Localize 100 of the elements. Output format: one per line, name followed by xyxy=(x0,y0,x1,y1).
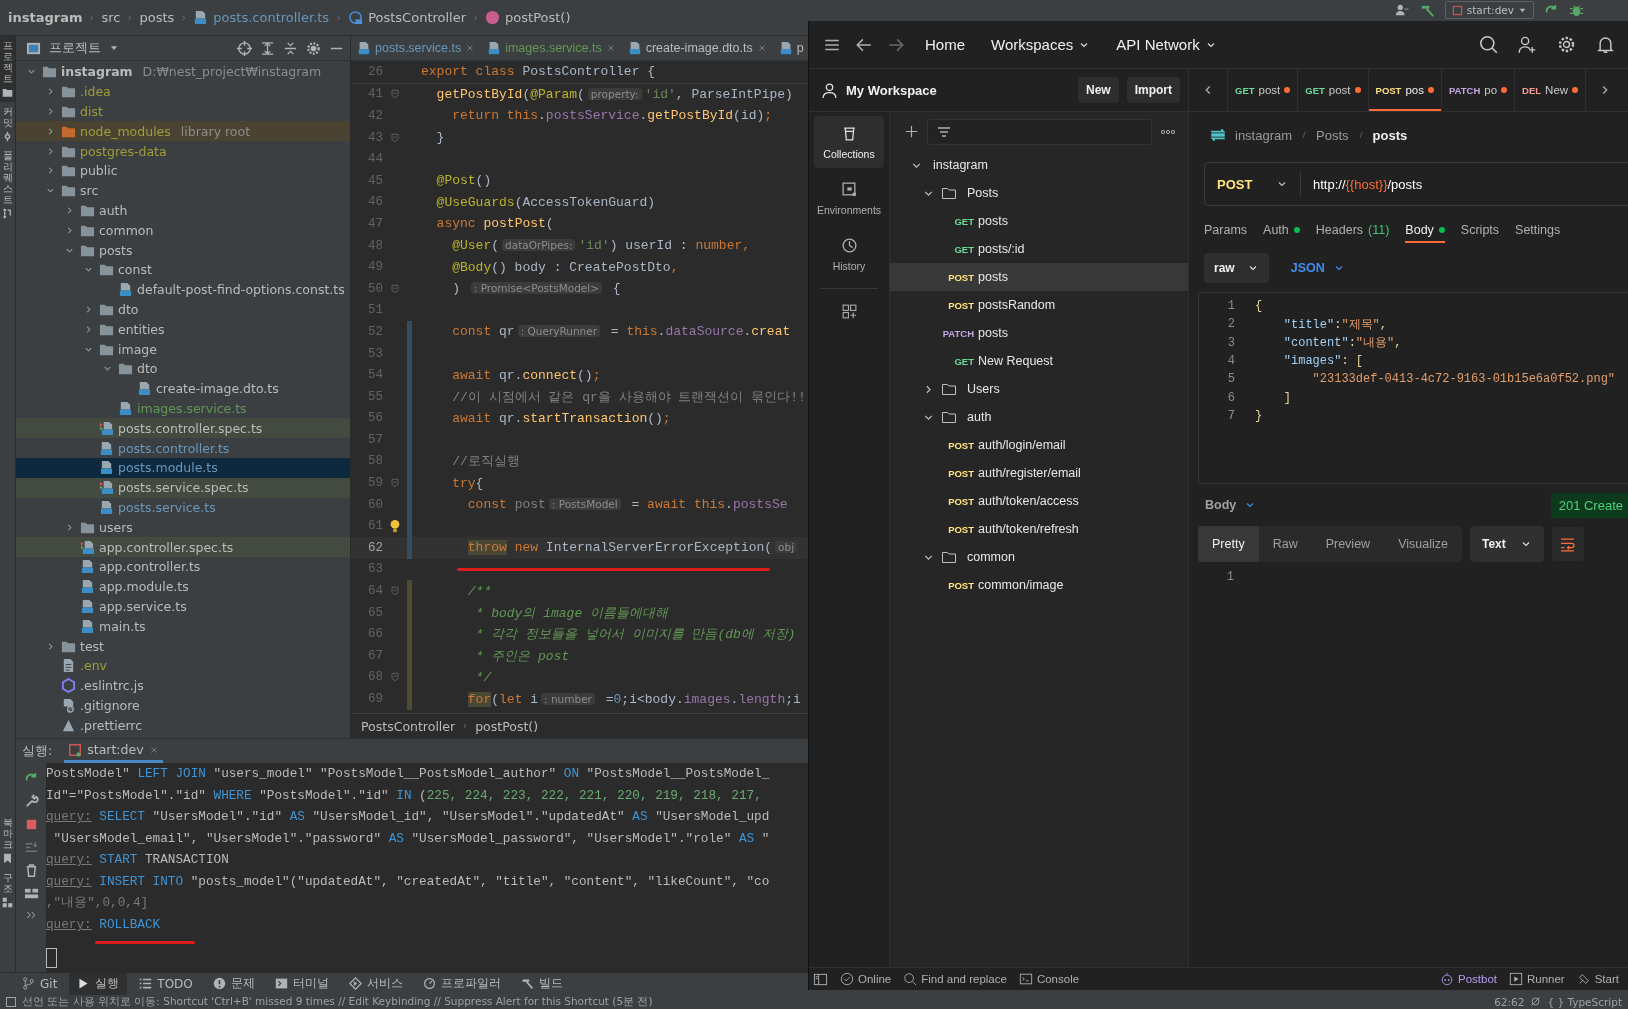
change-marker[interactable] xyxy=(407,537,412,559)
editor-tab[interactable]: images.service.ts xyxy=(481,36,622,60)
tree-item[interactable]: image xyxy=(16,339,350,359)
request-item[interactable]: POST auth/token/refresh xyxy=(890,515,1188,543)
tool-window-label[interactable]: 풀 리퀘스트 xyxy=(2,150,13,205)
status-item[interactable]: Find and replace xyxy=(903,972,1007,986)
tree-item[interactable]: app.controller.ts xyxy=(16,556,350,577)
tool-window-button[interactable]: 프로파일러 xyxy=(414,972,509,995)
run-tab[interactable]: start:dev xyxy=(64,739,163,763)
status-item[interactable]: Start xyxy=(1576,972,1619,986)
tree-item[interactable]: dto xyxy=(16,358,350,379)
fold-icon[interactable] xyxy=(389,88,401,101)
breadcrumb-item[interactable]: postPost() xyxy=(475,718,539,734)
breadcrumb-item[interactable]: instagram xyxy=(8,10,83,25)
request-item[interactable]: POST auth/register/email xyxy=(890,459,1188,487)
collapse-all-icon[interactable] xyxy=(283,40,298,56)
breadcrumb-item[interactable]: posts xyxy=(139,10,175,25)
tool-window-button[interactable]: 실행 xyxy=(69,972,128,995)
view-tab[interactable]: Preview xyxy=(1311,526,1385,562)
request-option-tab[interactable]: Scripts xyxy=(1460,217,1500,243)
fold-icon[interactable] xyxy=(389,282,401,295)
response-body-dropdown[interactable]: Body xyxy=(1199,497,1263,513)
body-mode-dropdown[interactable]: raw xyxy=(1204,253,1269,283)
request-item[interactable]: POST auth/login/email xyxy=(890,431,1188,459)
tree-item[interactable]: app.service.ts xyxy=(16,596,350,617)
status-item[interactable]: Postbot xyxy=(1440,972,1497,986)
tool-window-button[interactable]: 빌드 xyxy=(512,972,571,995)
tree-item[interactable]: main.ts xyxy=(16,616,350,637)
close-icon[interactable] xyxy=(605,43,616,53)
tree-item[interactable]: .gitignore xyxy=(16,695,350,716)
nav-link[interactable]: Workspaces xyxy=(985,36,1097,53)
tree-item[interactable]: const xyxy=(16,259,350,280)
tree-item[interactable]: create-image.dto.ts xyxy=(16,378,350,399)
collection-item[interactable]: instagram xyxy=(890,151,1188,179)
editor-tab[interactable]: p xyxy=(772,36,808,60)
language-dropdown[interactable]: JSON xyxy=(1284,260,1351,276)
tree-item[interactable]: users xyxy=(16,517,350,538)
editor-tab[interactable]: create-image.dto.ts xyxy=(621,36,773,60)
request-tab[interactable]: POST pos xyxy=(1367,69,1441,111)
fold-icon[interactable] xyxy=(389,477,401,490)
grid-plus-icon[interactable] xyxy=(840,303,858,320)
caret-position[interactable]: 62:62 xyxy=(1494,995,1525,1008)
status-item[interactable]: Online xyxy=(840,972,892,986)
tree-item[interactable]: dto xyxy=(16,299,350,320)
language-indicator[interactable]: { } TypeScript xyxy=(1547,995,1622,1008)
nav-link[interactable]: Home xyxy=(919,36,971,53)
folder-item[interactable]: common xyxy=(890,543,1188,571)
request-item[interactable]: POST posts xyxy=(890,263,1188,291)
close-icon[interactable] xyxy=(148,744,159,755)
tree-item[interactable]: app.controller.spec.ts xyxy=(16,537,350,557)
breadcrumb-item[interactable]: PostsController xyxy=(361,718,456,734)
fold-icon[interactable] xyxy=(389,585,401,598)
checkbox-icon[interactable] xyxy=(6,996,16,1007)
nav-link[interactable]: API Network xyxy=(1110,36,1223,53)
run-config-dropdown[interactable]: start:dev xyxy=(1444,1,1534,19)
tool-window-label[interactable]: 북마크 xyxy=(2,817,13,850)
request-tab[interactable]: DEL New xyxy=(1514,69,1586,111)
tree-item[interactable]: posts.controller.ts xyxy=(16,438,350,458)
fold-icon[interactable] xyxy=(389,671,401,684)
view-tab[interactable]: Pretty xyxy=(1198,526,1259,562)
sidebar-toggle-icon[interactable] xyxy=(813,971,828,987)
tree-item[interactable]: common xyxy=(16,220,350,241)
breadcrumb-item[interactable]: instagram xyxy=(1235,127,1293,143)
request-option-tab[interactable]: Auth xyxy=(1263,217,1300,243)
request-item[interactable]: GET New Request xyxy=(890,347,1188,375)
filter-field[interactable] xyxy=(927,118,1152,145)
tool-window-label[interactable]: 구조 xyxy=(2,872,13,894)
tree-item[interactable]: public xyxy=(16,161,350,181)
tree-item[interactable]: default-post-find-options.const.ts xyxy=(16,279,350,300)
breadcrumb-item[interactable]: PostsController xyxy=(368,10,467,25)
change-marker[interactable] xyxy=(407,688,412,710)
change-marker[interactable] xyxy=(407,321,412,343)
tree-item[interactable]: posts.service.spec.ts xyxy=(16,477,350,498)
tree-item[interactable]: images.service.ts xyxy=(16,398,350,419)
tool-window-button[interactable]: Git xyxy=(14,972,66,995)
request-option-tab[interactable]: Headers (11) xyxy=(1315,217,1390,243)
tree-item[interactable]: .eslintrc.js xyxy=(16,675,350,696)
sidebar-tab[interactable]: Environments xyxy=(814,172,884,224)
layout-icon[interactable] xyxy=(23,886,39,901)
wrench-icon[interactable] xyxy=(23,794,39,809)
request-item[interactable]: PATCH posts xyxy=(890,319,1188,347)
tree-item[interactable]: app.module.ts xyxy=(16,576,350,597)
request-item[interactable]: POST postsRandom xyxy=(890,291,1188,319)
folder-item[interactable]: Users xyxy=(890,375,1188,403)
toolbar-button[interactable]: New xyxy=(1077,77,1119,103)
request-option-tab[interactable]: Body xyxy=(1405,217,1445,243)
tree-item[interactable]: node_modules library root xyxy=(16,121,350,142)
more-icon[interactable] xyxy=(25,909,37,921)
tree-item[interactable]: postgres-data xyxy=(16,141,350,161)
change-marker[interactable] xyxy=(407,580,412,602)
breadcrumb-item[interactable]: src xyxy=(101,10,121,25)
request-item[interactable]: GET posts/:id xyxy=(890,235,1188,263)
breadcrumb-item[interactable]: posts.controller.ts xyxy=(213,10,330,25)
request-tab[interactable]: GET post xyxy=(1227,69,1298,111)
breadcrumb-item[interactable]: postPost() xyxy=(505,10,571,25)
tool-window-button[interactable]: 터미널 xyxy=(266,972,337,995)
tree-item[interactable]: .env xyxy=(16,655,350,676)
request-tab[interactable]: PATCH po xyxy=(1441,69,1515,111)
tree-item[interactable]: posts.module.ts xyxy=(16,457,350,478)
breadcrumb-item[interactable]: Posts xyxy=(1316,127,1349,143)
